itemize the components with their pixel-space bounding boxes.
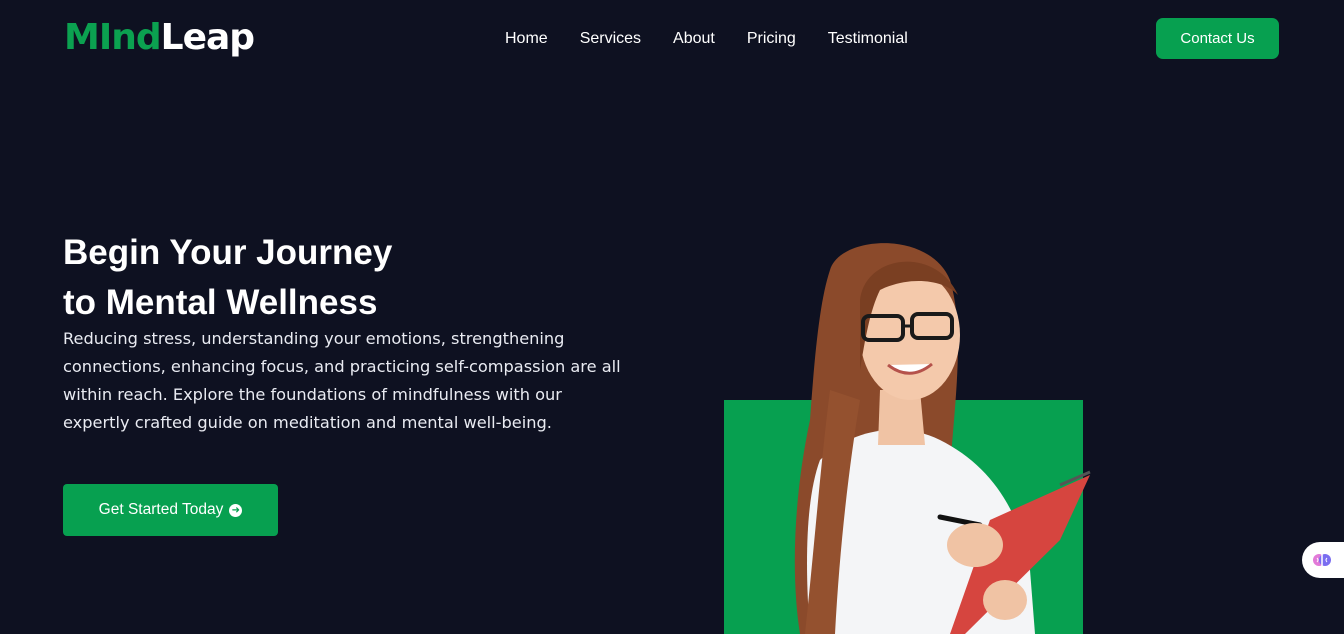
- get-started-label: Get Started Today: [98, 501, 224, 518]
- brand-logo-part-1: MInd: [64, 17, 162, 58]
- nav-item-home[interactable]: Home: [505, 29, 548, 49]
- nav-item-testimonial[interactable]: Testimonial: [828, 29, 908, 49]
- nav-item-services[interactable]: Services: [580, 29, 641, 49]
- brain-icon: [1313, 554, 1331, 566]
- arrow-circle-right-icon: ➜: [229, 503, 243, 517]
- brain-widget-button[interactable]: [1302, 542, 1344, 578]
- hero-title: Begin Your Journey to Mental Wellness: [63, 228, 623, 328]
- brand-logo[interactable]: MIndLeap: [64, 17, 255, 58]
- hero-title-line-1: Begin Your Journey: [63, 233, 393, 272]
- nav-item-pricing[interactable]: Pricing: [747, 29, 796, 49]
- hero-description: Reducing stress, understanding your emot…: [63, 329, 621, 432]
- main-nav: Home Services About Pricing Testimonial: [505, 29, 940, 49]
- contact-us-button[interactable]: Contact Us: [1156, 18, 1279, 59]
- hero-person-image: [794, 243, 1091, 634]
- get-started-button[interactable]: Get Started Today ➜: [63, 484, 278, 536]
- landing-page: MIndLeap Home Services About Pricing Tes…: [0, 0, 1344, 634]
- brand-logo-part-2: Leap: [160, 17, 255, 58]
- hero-title-line-2: to Mental Wellness: [63, 283, 378, 322]
- nav-item-about[interactable]: About: [673, 29, 715, 49]
